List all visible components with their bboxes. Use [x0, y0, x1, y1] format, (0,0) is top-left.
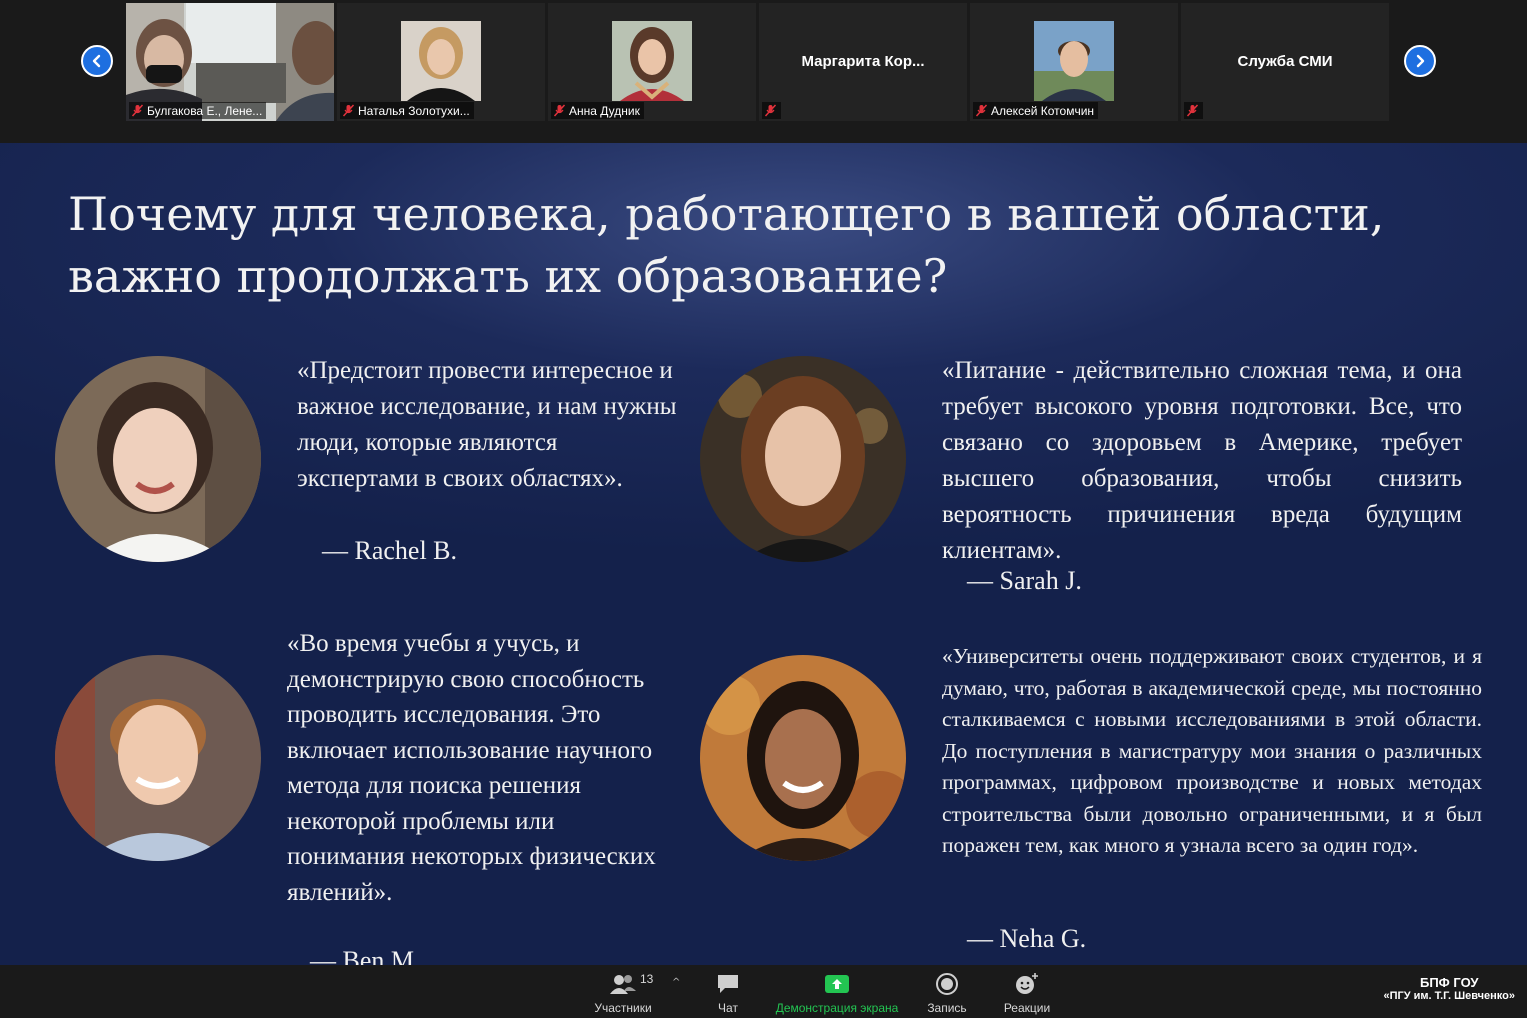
testimonial-quote: «Во время учебы я учусь, и демонстрирую … [287, 630, 656, 906]
avatar [612, 21, 692, 101]
participant-display-name: Маргарита Кор... [801, 53, 925, 70]
mic-muted-icon [553, 104, 566, 117]
participant-name: Наталья Золотухи... [358, 103, 470, 118]
testimonial-author: — Rachel B. [322, 536, 458, 565]
participant-tile[interactable]: Наталья Золотухи... [337, 3, 545, 121]
reactions-icon [1016, 973, 1038, 994]
record-label: Запись [927, 1001, 967, 1015]
reactions-button[interactable]: Реакции [998, 971, 1056, 1015]
participant-tile[interactable]: Алексей Котомчин [970, 3, 1178, 121]
portrait-photo [700, 655, 906, 861]
share-screen-icon [825, 975, 849, 993]
participant-tile[interactable]: Служба СМИ [1181, 3, 1389, 121]
scroll-right-button[interactable] [1404, 45, 1436, 77]
participant-tile[interactable]: Анна Дудник [548, 3, 756, 121]
mic-muted-icon [131, 104, 144, 117]
record-icon [936, 973, 958, 995]
portrait-photo [700, 356, 906, 562]
chat-label: Чат [718, 1001, 738, 1015]
scroll-left-button[interactable] [81, 45, 113, 77]
mic-muted-icon [764, 104, 777, 117]
testimonial-author: — Ben M. [310, 946, 421, 965]
meeting-toolbar: Участники 13 ^ Чат Демонстрация экрана З… [0, 965, 1527, 1018]
participant-display-name: Служба СМИ [1237, 53, 1333, 70]
participant-name: Булгакова Е., Лене... [147, 103, 263, 118]
shared-screen-slide: Почему для человека, работающего в вашей… [0, 143, 1527, 965]
portrait-photo [55, 655, 261, 861]
portrait-photo [55, 356, 261, 562]
slide-title: Почему для человека, работающего в вашей… [68, 187, 1385, 303]
participant-name-row [762, 102, 781, 119]
participant-name-row: Алексей Котомчин [973, 102, 1099, 119]
record-button[interactable]: Запись [922, 971, 972, 1015]
chat-icon [718, 975, 738, 993]
testimonial-quote: «Университеты очень поддерживают своих с… [942, 644, 1482, 857]
mic-muted-icon [342, 104, 355, 117]
participant-name-row [1184, 102, 1203, 119]
mic-muted-icon [1186, 104, 1199, 117]
mic-muted-icon [975, 104, 988, 117]
participants-icon [610, 975, 636, 994]
participant-name: Алексей Котомчин [991, 103, 1095, 118]
share-screen-button[interactable]: Демонстрация экрана [772, 971, 902, 1015]
participant-tile[interactable]: Булгакова Е., Лене... [126, 3, 334, 121]
participants-count: 13 [640, 972, 654, 986]
avatar [1034, 21, 1114, 101]
participant-name-row: Булгакова Е., Лене... [129, 102, 267, 119]
watermark: БПФ ГОУ «ПГУ им. Т.Г. Шевченко» [1383, 975, 1515, 1002]
avatar [401, 21, 481, 101]
testimonial-author: — Sarah J. [967, 566, 1082, 595]
chevron-right-icon [1416, 54, 1425, 68]
participant-name: Анна Дудник [569, 103, 640, 118]
participant-name-row: Анна Дудник [551, 102, 644, 119]
chevron-left-icon [92, 54, 101, 68]
chat-button[interactable]: Чат [708, 971, 748, 1015]
participant-name-row: Наталья Золотухи... [340, 102, 474, 119]
participant-strip: Булгакова Е., Лене... Наталья Золотухи..… [0, 0, 1527, 140]
watermark-line-2: «ПГУ им. Т.Г. Шевченко» [1383, 990, 1515, 1002]
chevron-up-icon[interactable]: ^ [672, 977, 680, 988]
watermark-line-1: БПФ ГОУ [1419, 975, 1479, 990]
share-screen-label: Демонстрация экрана [775, 1001, 899, 1015]
participants-label: Участники [594, 1001, 652, 1015]
reactions-label: Реакции [1003, 1001, 1051, 1015]
participant-tile[interactable]: Маргарита Кор... [759, 3, 967, 121]
testimonial-author: — Neha G. [967, 924, 1087, 953]
testimonial-quote: «Питание - действительно сложная тема, и… [942, 357, 1462, 564]
testimonial-quote: «Предстоит провести интересное и важное … [297, 357, 677, 492]
